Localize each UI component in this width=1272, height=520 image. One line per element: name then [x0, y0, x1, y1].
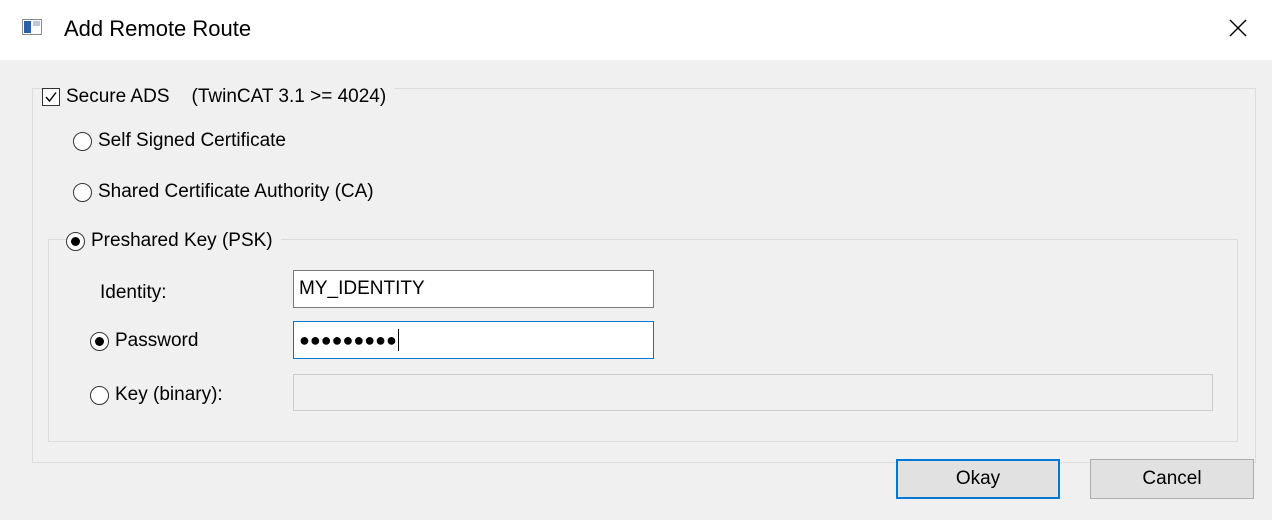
- key-binary-input[interactable]: [293, 374, 1213, 411]
- secure-ads-checkbox-row[interactable]: Secure ADS (TwinCAT 3.1 >= 4024): [42, 84, 395, 110]
- password-input[interactable]: ●●●●●●●●●: [293, 321, 654, 359]
- close-icon: [1229, 19, 1247, 37]
- title-bar: Add Remote Route: [0, 0, 1272, 60]
- option-psk[interactable]: Preshared Key (PSK): [66, 228, 281, 254]
- key-label: Key (binary):: [115, 384, 223, 405]
- text-caret: [397, 329, 399, 351]
- secure-ads-label: Secure ADS: [66, 86, 170, 107]
- option-shared-ca[interactable]: Shared Certificate Authority (CA): [73, 181, 374, 203]
- self-signed-radio[interactable]: [73, 131, 92, 151]
- identity-label: Identity:: [100, 282, 167, 303]
- password-mask: ●●●●●●●●●: [299, 330, 397, 350]
- psk-label: Preshared Key (PSK): [91, 230, 273, 251]
- shared-ca-radio[interactable]: [73, 182, 92, 202]
- key-radio[interactable]: [90, 385, 109, 405]
- psk-radio[interactable]: [66, 231, 85, 251]
- self-signed-label: Self Signed Certificate: [98, 130, 286, 151]
- window-title: Add Remote Route: [64, 16, 252, 41]
- password-radio[interactable]: [90, 331, 109, 351]
- cancel-button[interactable]: Cancel: [1090, 459, 1254, 499]
- key-option[interactable]: Key (binary):: [90, 384, 223, 406]
- identity-value: MY_IDENTITY: [299, 278, 425, 299]
- okay-button[interactable]: Okay: [896, 459, 1060, 499]
- app-window-icon: [22, 19, 42, 35]
- option-self-signed[interactable]: Self Signed Certificate: [73, 130, 286, 152]
- password-label: Password: [115, 330, 199, 351]
- close-button[interactable]: [1218, 10, 1258, 46]
- shared-ca-label: Shared Certificate Authority (CA): [98, 181, 374, 202]
- version-note: (TwinCAT 3.1 >= 4024): [191, 86, 387, 107]
- password-option[interactable]: Password: [90, 330, 198, 352]
- secure-ads-checkbox[interactable]: [42, 88, 60, 106]
- checkmark-icon: [45, 92, 57, 103]
- identity-input[interactable]: MY_IDENTITY: [293, 270, 654, 308]
